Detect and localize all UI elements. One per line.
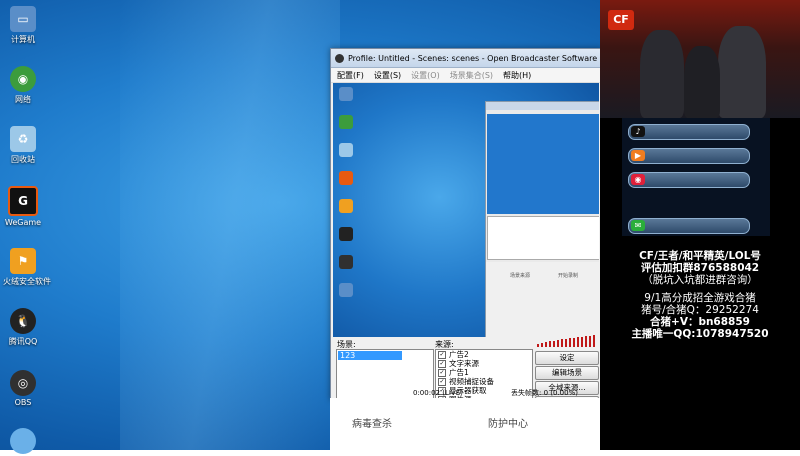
preview-desktop-icon [339, 255, 353, 269]
preview-desktop-icon [339, 227, 353, 241]
checkbox-checked[interactable]: ✓ [438, 368, 446, 377]
checkbox-checked[interactable]: ✓ [438, 359, 446, 368]
qq-icon: 🐧 [10, 308, 36, 334]
audio-meter [537, 335, 595, 347]
obs-app-icon [335, 53, 344, 63]
protection-center-tab[interactable]: 防护中心 [488, 415, 528, 430]
tiktok-icon: ♪ [631, 126, 645, 137]
desktop-icon-label: 火绒安全软件 [3, 277, 51, 286]
huorong-icon: ⚑ [10, 248, 36, 274]
obs-window-title: Profile: Untitled - Scenes: scenes - Ope… [348, 53, 601, 63]
preview-desktop-icon [339, 283, 353, 297]
nested-title-bar [486, 102, 599, 110]
wallpaper-light-streak [120, 0, 340, 450]
desktop-icon-label: 网络 [15, 95, 31, 104]
desktop-icon-recycle-bin[interactable]: ♻ 回收站 [3, 126, 43, 165]
social-row-tiktok[interactable]: ♪ [628, 124, 750, 140]
stream-time: 0:00:02 (LIVE) [413, 388, 463, 397]
promo-line-5: 猪号/合猪Q：29252274 [641, 304, 759, 316]
checkbox-checked[interactable]: ✓ [438, 350, 446, 359]
promo-line-1: CF/王者/和平精英/LOL号 [639, 250, 761, 262]
soldier-figure [718, 26, 766, 118]
promo-line-2: 评估加扣群876588042 [640, 262, 760, 274]
soldier-figure [640, 30, 684, 118]
cf-logo: CF [608, 10, 634, 30]
streamer-info-panel: CF ♪ ▶ ◉ ✉ CF/王者/和平精英/LOL号 评估加扣群87658804… [600, 0, 800, 450]
obs-status-bar: 0:00:02 (LIVE) 丢失帧数: 0 (0.00%) [333, 387, 599, 398]
promo-line-4: 9/1高分成招全游戏合猪 [644, 292, 756, 304]
settings-button[interactable]: 设定 [535, 351, 599, 365]
promo-line-3: （脱坑入坑都进群咨询） [642, 274, 758, 286]
soldier-figure [684, 46, 720, 118]
source-item[interactable]: ✓ 文字来源 [436, 359, 532, 368]
kuaishou-icon: ▶ [631, 150, 645, 161]
preview-desktop-icon [339, 115, 353, 129]
source-label: 广告2 [449, 350, 469, 359]
wechat-icon: ✉ [631, 220, 645, 231]
globe-icon [10, 428, 36, 454]
desktop-icon-label: 腾讯QQ [8, 337, 38, 346]
nested-label: 开始录制 [558, 273, 579, 279]
nested-preview [487, 114, 599, 214]
game-banner: CF [600, 0, 800, 118]
source-label: 视频捕捉设备 [449, 377, 494, 386]
preview-desktop-icon [339, 171, 353, 185]
menu-item-profile[interactable]: 配置(F) [337, 70, 364, 81]
nested-lists [487, 216, 599, 260]
edit-scene-button[interactable]: 编辑场景 [535, 366, 599, 380]
desktop-icon-qq[interactable]: 🐧 腾讯QQ [3, 308, 43, 347]
social-row-kuaishou[interactable]: ▶ [628, 148, 750, 164]
menu-item-settings-disabled[interactable]: 设置(O) [411, 70, 440, 81]
source-item[interactable]: ✓ 视频捕捉设备 [436, 377, 532, 386]
source-item[interactable]: ✓ 广告2 [436, 350, 532, 359]
obs-icon: ◎ [10, 370, 36, 396]
obs-window[interactable]: Profile: Untitled - Scenes: scenes - Ope… [330, 48, 602, 427]
nested-label: 场景来源 [510, 273, 531, 279]
desktop-icon-partial[interactable] [3, 428, 43, 456]
social-row-weibo[interactable]: ◉ [628, 172, 750, 188]
weibo-icon: ◉ [631, 174, 645, 185]
obs-preview: 场景来源 开始录制 [333, 83, 599, 337]
computer-icon: ▭ [10, 6, 36, 32]
preview-desktop-icon [339, 87, 353, 101]
recycle-bin-icon: ♻ [10, 126, 36, 152]
wegame-icon: G [8, 186, 38, 216]
scene-item-selected[interactable]: 123 [338, 351, 402, 360]
desktop-icon-huorong[interactable]: ⚑ 火绒安全软件 [3, 248, 51, 287]
menu-item-scene-collection[interactable]: 场景集合(S) [450, 70, 493, 81]
promo-line-6: 合猪+V：bn68859 [650, 316, 750, 328]
security-app-bar: 病毒查杀 防护中心 [330, 398, 600, 450]
desktop-icon-obs[interactable]: ◎ OBS [3, 370, 43, 407]
preview-desktop-icon [339, 143, 353, 157]
preview-desktop-icon [339, 199, 353, 213]
desktop-icon-network[interactable]: ◉ 网络 [3, 66, 43, 105]
source-item[interactable]: ✓ 广告1 [436, 368, 532, 377]
nested-obs-window: 场景来源 开始录制 [485, 101, 599, 337]
network-icon: ◉ [10, 66, 36, 92]
obs-title-bar[interactable]: Profile: Untitled - Scenes: scenes - Ope… [331, 49, 601, 68]
source-label: 文字来源 [449, 359, 479, 368]
dropped-frames: 丢失帧数: 0 (0.00%) [511, 388, 578, 397]
desktop-icon-label: 计算机 [11, 35, 35, 44]
desktop-icon-label: 回收站 [11, 155, 35, 164]
virus-scan-tab[interactable]: 病毒查杀 [352, 415, 392, 430]
desktop-icon-wegame[interactable]: G WeGame [3, 186, 43, 227]
nested-bottom: 场景来源 开始录制 [486, 262, 599, 337]
source-label: 广告1 [449, 368, 469, 377]
menu-item-settings[interactable]: 设置(S) [374, 70, 401, 81]
desktop-icon-computer[interactable]: ▭ 计算机 [3, 6, 43, 45]
promo-line-7: 主播唯一QQ:1078947520 [631, 328, 769, 340]
checkbox-checked[interactable]: ✓ [438, 377, 446, 386]
obs-menu-bar: 配置(F) 设置(S) 设置(O) 场景集合(S) 帮助(H) [331, 68, 601, 83]
menu-item-help[interactable]: 帮助(H) [503, 70, 531, 81]
desktop-icon-label: OBS [14, 398, 32, 407]
social-row-wechat[interactable]: ✉ [628, 218, 750, 234]
desktop-icon-label: WeGame [4, 218, 42, 227]
